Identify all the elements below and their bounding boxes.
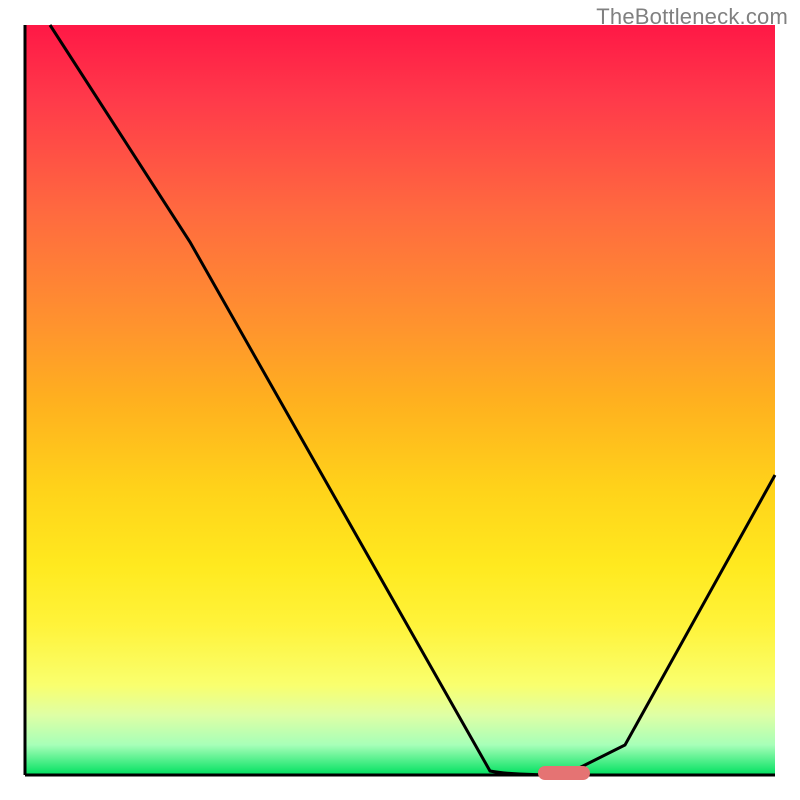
bottleneck-chart: TheBottleneck.com (0, 0, 800, 800)
watermark: TheBottleneck.com (596, 4, 788, 30)
bottleneck-curve (50, 25, 775, 775)
minimum-marker (538, 766, 590, 780)
chart-svg (0, 0, 800, 800)
